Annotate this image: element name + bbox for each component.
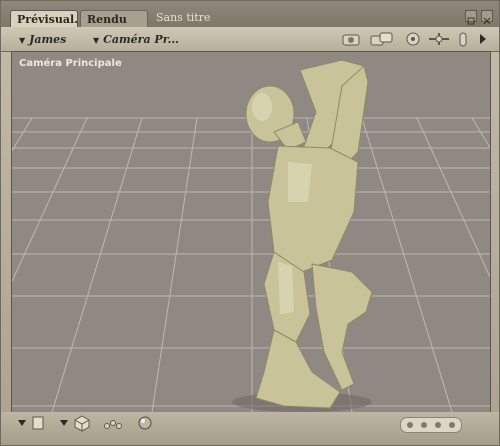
cube-icon[interactable] (73, 414, 91, 432)
menu-arrow-icon[interactable] (17, 418, 27, 428)
move-icon[interactable] (427, 31, 451, 47)
floor-grid (12, 117, 490, 412)
sphere-icon[interactable] (137, 415, 153, 431)
tab-preview[interactable]: Prévisual. (10, 10, 78, 27)
toolbar: ▼ James ▼ Caméra Pr... (1, 27, 499, 52)
camera-dropdown-value: Caméra Pr... (103, 33, 179, 46)
document-title: Sans titre (156, 11, 211, 24)
camera-set-icon[interactable] (369, 31, 395, 47)
tab-bar: Prévisual. Rendu Sans titre (1, 1, 499, 27)
target-icon[interactable] (405, 31, 421, 47)
lamp-icon[interactable] (457, 31, 469, 49)
menu-arrow-icon: ▼ (19, 35, 26, 45)
camera-dropdown[interactable]: ▼ Caméra Pr... (93, 33, 179, 46)
menu-arrow-icon[interactable] (59, 418, 69, 428)
arrow-right-icon[interactable] (477, 31, 489, 47)
dots-icon[interactable] (103, 416, 123, 430)
camera-label: Caméra Principale (19, 58, 122, 69)
figure-dropdown[interactable]: ▼ James (19, 33, 66, 46)
nav-dots-icon[interactable] (400, 417, 462, 433)
figure-dropdown-value: James (29, 33, 67, 46)
scene-svg (12, 59, 490, 412)
tab-render[interactable]: Rendu (80, 10, 148, 27)
close-icon[interactable] (481, 10, 493, 25)
preview-viewport[interactable]: Caméra Principale (11, 51, 491, 413)
page-icon[interactable] (31, 415, 45, 431)
menu-arrow-icon: ▼ (93, 35, 100, 45)
preview-window: Prévisual. Rendu Sans titre ▼ James ▼ Camé… (0, 0, 500, 446)
restore-icon[interactable] (465, 10, 477, 25)
camera-icon[interactable] (341, 31, 363, 47)
